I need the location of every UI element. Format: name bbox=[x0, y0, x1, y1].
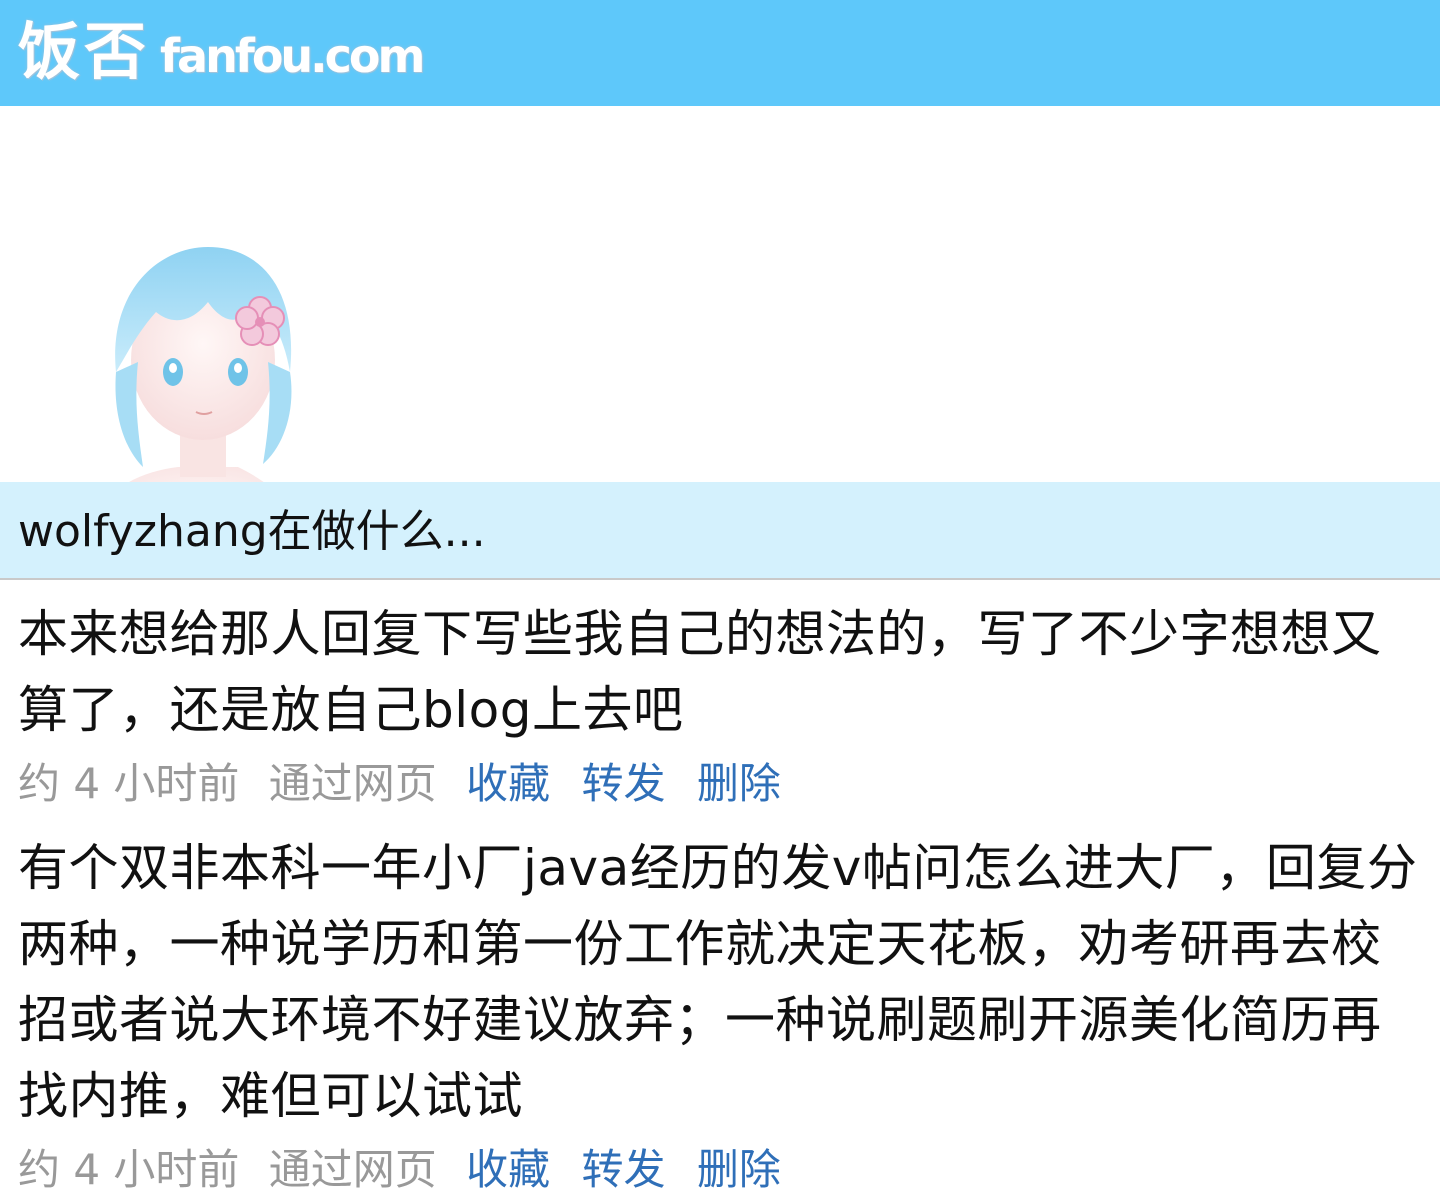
profile-section bbox=[0, 106, 1440, 560]
top-bar: 饭否 fanfou.com bbox=[0, 0, 1440, 106]
status-source: 通过网页 bbox=[268, 1145, 437, 1194]
what-bar-title: wolfyzhang在做什么... bbox=[18, 506, 486, 557]
status-time[interactable]: 约 4 小时前 bbox=[18, 1145, 239, 1194]
what-are-you-doing-bar: wolfyzhang在做什么... bbox=[0, 482, 1440, 580]
status-time[interactable]: 约 4 小时前 bbox=[18, 759, 239, 808]
logo-chinese: 饭否 bbox=[18, 15, 151, 88]
repost-link[interactable]: 转发 bbox=[582, 1145, 666, 1194]
status-meta: 约 4 小时前 通过网页 收藏 转发 删除 bbox=[18, 1140, 1422, 1200]
logo-domain: fanfou.com bbox=[160, 29, 425, 83]
status-text: 本来想给那人回复下写些我自己的想法的，写了不少字想想又算了，还是放自己blog上… bbox=[18, 605, 1382, 739]
favorite-link[interactable]: 收藏 bbox=[466, 1145, 550, 1194]
delete-link[interactable]: 删除 bbox=[697, 1145, 781, 1194]
status-text: 有个双非本科一年小厂java经历的发v帖问怎么进大厂，回复分两种，一种说学历和第… bbox=[18, 839, 1418, 1125]
repost-link[interactable]: 转发 bbox=[582, 759, 666, 808]
status-item: 本来想给那人回复下写些我自己的想法的，写了不少字想想又算了，还是放自己blog上… bbox=[18, 596, 1422, 814]
status-meta: 约 4 小时前 通过网页 收藏 转发 删除 bbox=[18, 754, 1422, 814]
status-item: 有个双非本科一年小厂java经历的发v帖问怎么进大厂，回复分两种，一种说学历和第… bbox=[18, 830, 1422, 1200]
fanfou-logo[interactable]: 饭否 fanfou.com bbox=[18, 12, 425, 92]
favorite-link[interactable]: 收藏 bbox=[466, 759, 550, 808]
status-source: 通过网页 bbox=[268, 759, 437, 808]
delete-link[interactable]: 删除 bbox=[697, 759, 781, 808]
